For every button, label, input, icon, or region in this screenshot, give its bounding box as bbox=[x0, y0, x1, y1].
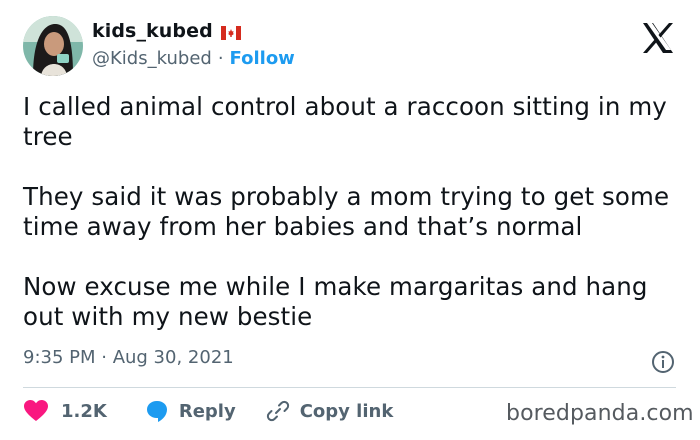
tweet-paragraph: Now excuse me while I make margaritas an… bbox=[23, 272, 648, 331]
heart-icon bbox=[24, 400, 48, 421]
avatar[interactable] bbox=[23, 16, 83, 76]
separator: · bbox=[217, 48, 224, 69]
x-logo-icon[interactable] bbox=[640, 20, 676, 56]
reply-label: Reply bbox=[178, 400, 236, 422]
link-icon bbox=[266, 400, 289, 422]
reply-button[interactable]: Reply bbox=[145, 399, 236, 423]
tweet-text: I called animal control about a raccoon … bbox=[23, 92, 683, 332]
tweet-timestamp[interactable]: 9:35 PM · Aug 30, 2021 bbox=[23, 347, 234, 368]
author-name-row: kids_kubed bbox=[92, 20, 241, 42]
like-count: 1.2K bbox=[61, 400, 107, 422]
author-display-name[interactable]: kids_kubed bbox=[92, 20, 213, 42]
copy-link-button[interactable]: Copy link bbox=[266, 399, 394, 423]
author-handle[interactable]: @Kids_kubed bbox=[92, 48, 212, 69]
follow-button[interactable]: Follow bbox=[230, 48, 295, 69]
tweet-paragraph: They said it was probably a mom trying t… bbox=[23, 182, 670, 241]
author-handle-row: @Kids_kubed · Follow bbox=[92, 48, 295, 69]
like-button[interactable]: 1.2K bbox=[23, 399, 107, 423]
divider bbox=[23, 387, 676, 388]
watermark: boredpanda.com bbox=[506, 401, 694, 426]
copy-link-label: Copy link bbox=[299, 400, 394, 422]
info-icon[interactable] bbox=[651, 350, 675, 374]
tweet-paragraph: I called animal control about a raccoon … bbox=[23, 92, 667, 151]
reply-bubble-icon bbox=[146, 401, 167, 422]
action-bar: 1.2K Reply Copy link bbox=[23, 399, 393, 423]
canada-flag-icon bbox=[220, 25, 241, 40]
